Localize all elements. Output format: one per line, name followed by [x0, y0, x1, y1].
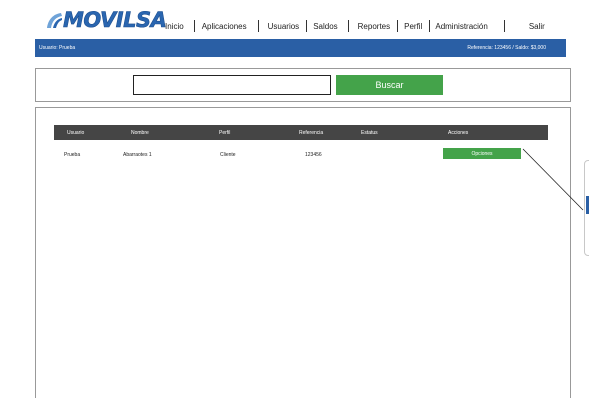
nav-item-inicio[interactable]: Inicio — [165, 22, 184, 31]
options-button[interactable]: Opciones — [443, 148, 521, 159]
cell-usuario: Prueba — [64, 152, 81, 158]
nav-separator — [306, 20, 308, 32]
cell-referencia: 123456 — [305, 152, 322, 158]
nav-separator — [397, 20, 399, 32]
nav-separator — [347, 20, 349, 32]
column-header-nombre: Nombre — [131, 130, 149, 136]
reference-balance: Referencia: 123456 / Saldo: $3,000 — [467, 45, 546, 51]
cell-perfil: Cliente — [220, 152, 236, 158]
column-header-usuario: Usuario — [67, 130, 85, 136]
nav-separator — [503, 20, 505, 32]
movilsa-logo-icon — [47, 13, 62, 28]
column-header-referencia: Referencia — [299, 130, 324, 136]
column-header-acciones: Acciones — [448, 130, 469, 136]
logo-text: MOVILSA — [63, 8, 167, 33]
search-panel: Buscar — [35, 68, 571, 102]
current-user: Usuario: Prueba — [39, 45, 76, 51]
nav-item-saldos[interactable]: Saldos — [313, 22, 337, 31]
nav-item-administracion[interactable]: Administración — [435, 22, 487, 31]
logo[interactable]: MOVILSA — [45, 8, 167, 33]
nav-item-aplicaciones[interactable]: Aplicaciones — [202, 22, 247, 31]
nav-item-usuarios[interactable]: Usuarios — [268, 22, 300, 31]
column-header-estatus: Estatus — [361, 130, 378, 136]
cell-nombre: Abarraotes 1 — [123, 152, 152, 158]
table-header: Usuario Nombre Perfil Referencia Estatus… — [54, 125, 548, 140]
nav-item-salir[interactable]: Salir — [529, 22, 545, 31]
nav-item-perfil[interactable]: Perfil — [404, 22, 422, 31]
nav-separator — [429, 20, 431, 32]
top-nav: Inicio Aplicaciones Usuarios Saldos Repo… — [165, 19, 545, 33]
results-panel: Usuario Nombre Perfil Referencia Estatus… — [35, 107, 571, 398]
nav-separator — [193, 20, 195, 32]
nav-separator — [257, 20, 259, 32]
column-header-perfil: Perfil — [219, 130, 231, 136]
table-row: Prueba Abarraotes 1 Cliente 123456 Opcio… — [54, 148, 548, 162]
search-button[interactable]: Buscar — [336, 75, 443, 95]
info-bar: Usuario: Prueba Referencia: 123456 / Sal… — [35, 39, 566, 57]
search-input[interactable] — [133, 75, 331, 95]
nav-item-reportes[interactable]: Reportes — [358, 22, 390, 31]
